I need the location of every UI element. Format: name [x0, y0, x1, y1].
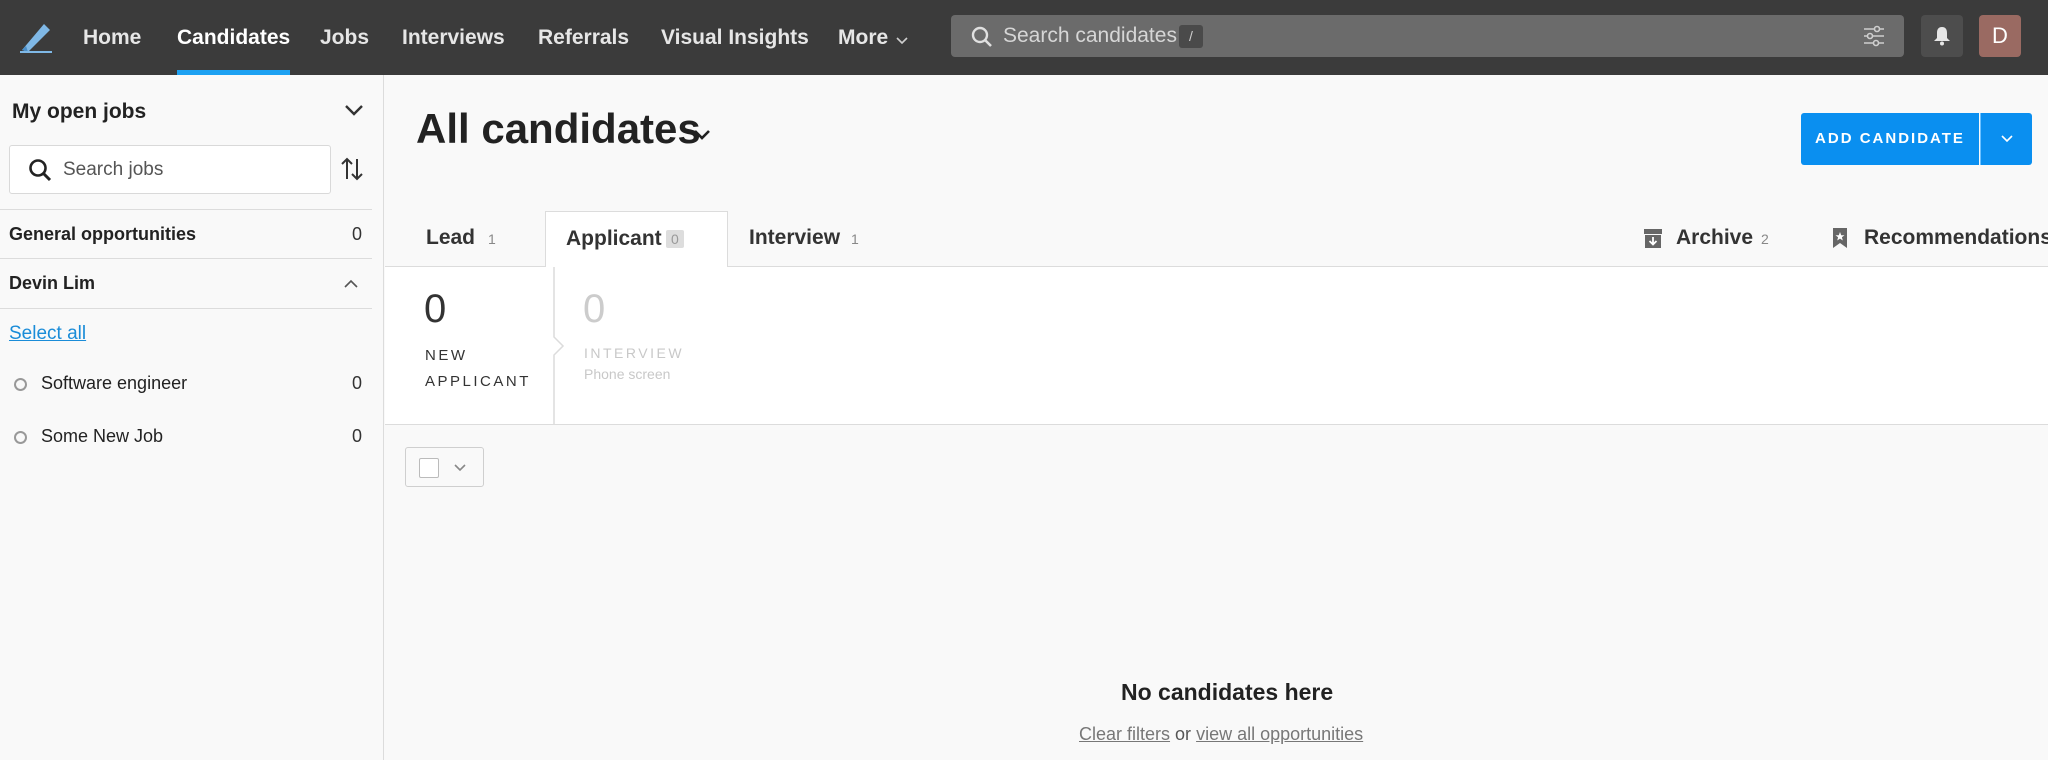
tab-recommendations[interactable]: Recommendations [1856, 211, 2048, 267]
add-candidate-button[interactable]: ADD CANDIDATE [1801, 113, 1979, 165]
nav-jobs[interactable]: Jobs [320, 0, 369, 75]
candidate-search-box[interactable]: / [951, 15, 1904, 57]
tab-label: Lead [426, 226, 476, 249]
sidebar-item-some-new-job[interactable]: Some New Job 0 [0, 418, 372, 458]
job-label: Software engineer [41, 373, 188, 393]
notifications-button[interactable] [1921, 15, 1963, 57]
tab-lead[interactable]: Lead 1 [410, 211, 540, 267]
candidate-search-input[interactable] [1003, 15, 1803, 57]
empty-state-title: No candidates here [1121, 679, 1334, 705]
stage-name: INTERVIEW [584, 345, 685, 361]
page-title[interactable]: All candidates [416, 105, 701, 153]
tab-count: 1 [851, 231, 859, 247]
search-shortcut-key: / [1179, 25, 1203, 48]
chevron-down-icon [454, 464, 466, 472]
chevron-down-icon [896, 37, 908, 45]
stage-name-line: NEW [425, 347, 468, 364]
stage-new-applicant[interactable]: 0 NEW APPLICANT [385, 267, 565, 425]
sidebar-item-general-opportunities[interactable]: General opportunities 0 [0, 209, 372, 259]
tab-interview[interactable]: Interview 1 [733, 211, 883, 267]
pipeline-stage-panel: 0 NEW APPLICANT 0 INTERVIEW Phone screen [385, 267, 2048, 425]
top-navigation-bar: Home Candidates Jobs Interviews Referral… [0, 0, 2048, 75]
job-label: Some New Job [41, 426, 164, 446]
stage-subtitle: Phone screen [584, 366, 671, 382]
nav-visual-insights[interactable]: Visual Insights [661, 0, 809, 75]
select-all-checkbox[interactable] [419, 458, 439, 478]
tab-applicant[interactable]: Applicant 0 [545, 211, 728, 268]
sort-icon[interactable] [339, 155, 365, 183]
radio-dot[interactable] [14, 378, 27, 391]
archive-icon [1644, 229, 1662, 248]
stage-name: NEW APPLICANT [425, 343, 545, 395]
nav-candidates[interactable]: Candidates [177, 0, 291, 75]
sidebar-item-label: Devin Lim [9, 273, 96, 293]
job-count: 0 [351, 426, 362, 446]
jobs-sidebar: My open jobs General opportunities 0 Dev… [0, 75, 384, 760]
clear-filters-link[interactable]: Clear filters [1079, 724, 1170, 744]
stage-count: 0 [583, 287, 606, 331]
chevron-down-icon[interactable] [343, 102, 365, 118]
tab-count: 1 [488, 231, 496, 247]
job-search-box[interactable] [9, 145, 331, 194]
stage-interview-phone-screen[interactable]: 0 INTERVIEW Phone screen [544, 267, 744, 425]
chevron-down-icon[interactable] [692, 128, 712, 142]
tab-count: 2 [1761, 231, 1769, 247]
radio-dot[interactable] [14, 431, 27, 444]
tab-label: Applicant [566, 227, 662, 250]
chevron-down-icon [2001, 135, 2013, 143]
view-all-opportunities-link[interactable]: view all opportunities [1196, 724, 1363, 744]
chevron-up-icon [344, 279, 358, 288]
nav-home[interactable]: Home [83, 0, 141, 75]
sidebar-item-software-engineer[interactable]: Software engineer 0 [0, 365, 372, 405]
nav-interviews[interactable]: Interviews [402, 0, 505, 75]
nav-more[interactable]: More [838, 0, 888, 75]
stage-name-line: APPLICANT [425, 373, 531, 390]
tab-label: Recommendations [1864, 226, 2048, 249]
tab-count: 0 [666, 230, 684, 248]
sidebar-title: My open jobs [12, 100, 147, 123]
empty-state-links: Clear filters or view all opportunities [1079, 724, 1363, 745]
lever-logo-icon[interactable] [18, 18, 54, 54]
stage-count: 0 [424, 287, 447, 331]
search-icon [29, 159, 52, 182]
bookmark-star-icon [1833, 228, 1847, 248]
tab-label: Archive [1676, 226, 1754, 249]
sidebar-item-label: General opportunities [9, 224, 197, 244]
tab-archive[interactable]: Archive 2 [1668, 211, 1788, 267]
tab-label: Interview [749, 226, 841, 249]
job-count: 0 [351, 373, 362, 393]
bulk-select-dropdown[interactable] [405, 447, 484, 487]
empty-state-connector: or [1175, 724, 1192, 744]
bell-icon [1934, 27, 1950, 46]
add-candidate-dropdown-button[interactable] [1980, 113, 2032, 165]
search-icon [971, 26, 992, 47]
job-search-input[interactable] [63, 146, 318, 193]
sidebar-item-count: 0 [351, 224, 362, 244]
select-all-link[interactable]: Select all [9, 323, 86, 345]
user-avatar[interactable]: D [1979, 15, 2021, 57]
search-filter-icon[interactable] [1862, 25, 1886, 47]
nav-referrals[interactable]: Referrals [538, 0, 629, 75]
sidebar-group-devin-lim[interactable]: Devin Lim [0, 259, 372, 309]
